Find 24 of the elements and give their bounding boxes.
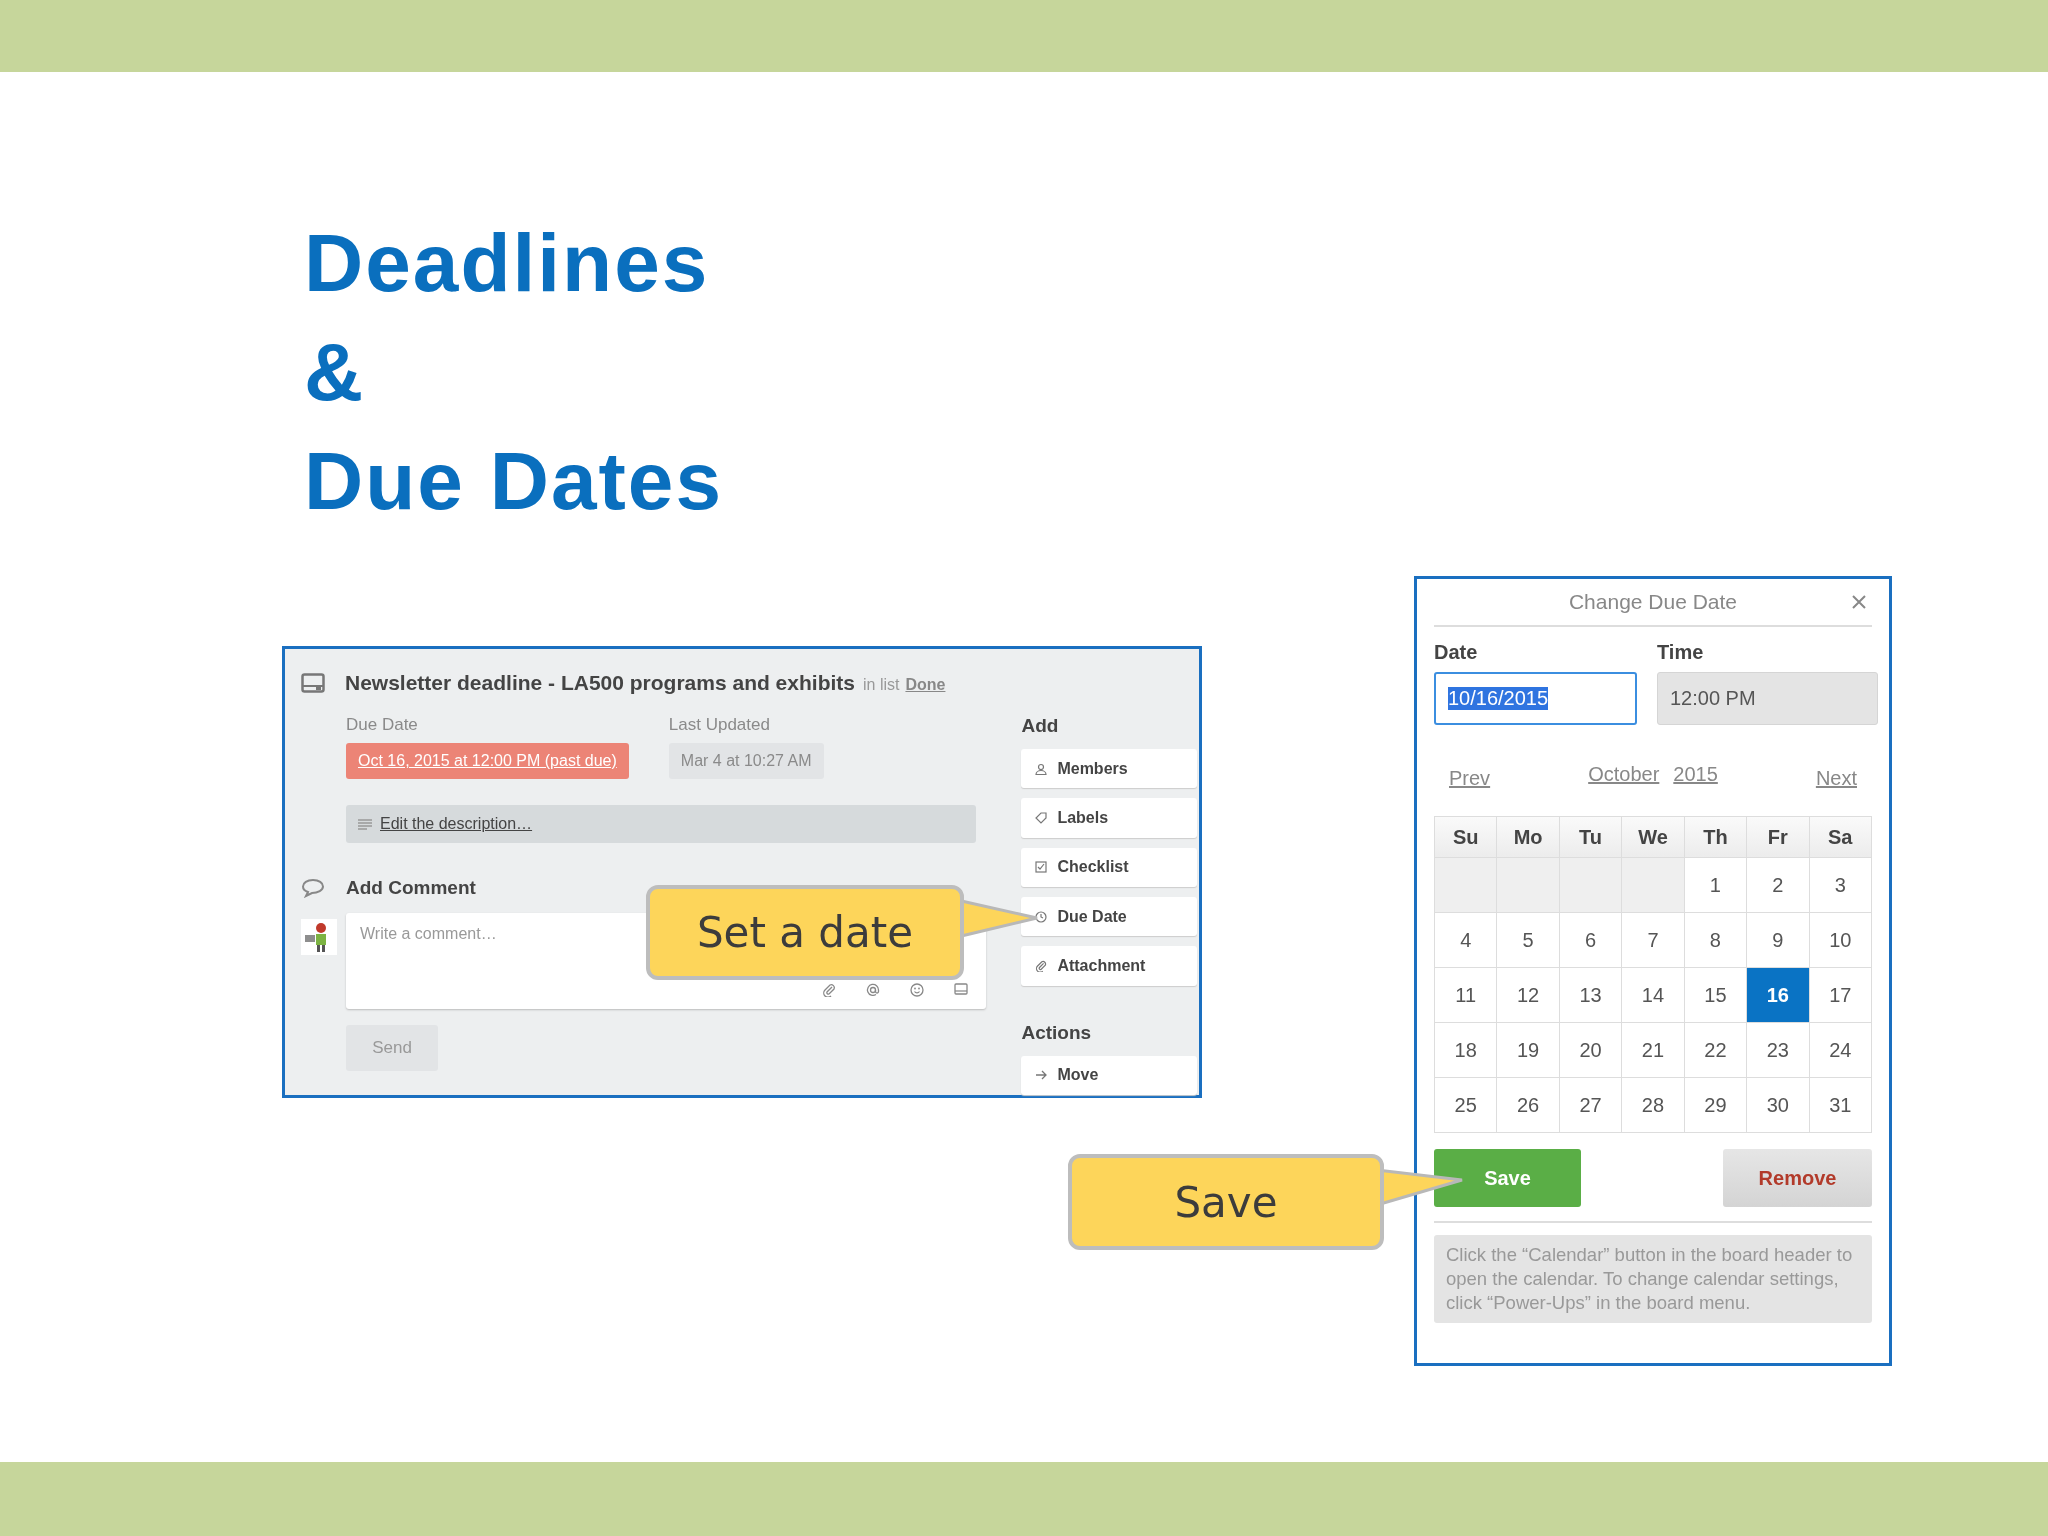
add-heading: Add <box>1021 715 1060 737</box>
slide-title: Deadlines <box>304 216 711 310</box>
weekday-header: Su <box>1435 817 1498 858</box>
list-prefix: in list <box>863 676 900 694</box>
add-comment-heading: Add Comment <box>346 877 476 899</box>
card-title: Newsletter deadline - LA500 programs and exhibits <box>345 671 855 695</box>
slide-title: & <box>304 325 367 419</box>
last-updated-label: Last Updated <box>668 715 771 735</box>
weekday-header: We <box>1622 817 1685 858</box>
slide-title: Due Dates <box>304 434 724 528</box>
last-updated-value: Mar 4 at 10:27 AM <box>668 743 824 779</box>
callout: Set a date <box>646 885 964 980</box>
calendar-note: Click the “Calendar” button in the board header to open the calendar. To change calendar settings, click “Power-Ups” in the board menu. <box>1434 1235 1872 1323</box>
weekday-header: Tu <box>1559 817 1623 858</box>
weekday-header: Sa <box>1809 817 1872 858</box>
weekday-header: Th <box>1684 817 1748 858</box>
weekday-header: Fr <box>1747 817 1810 858</box>
due-date-label: Due Date <box>346 715 419 735</box>
callout: Save <box>1068 1154 1384 1250</box>
dialog-title: Change Due Date <box>1568 590 1738 614</box>
date-label: Date <box>1434 641 1479 664</box>
time-label: Time <box>1657 641 1705 664</box>
weekday-header: Mo <box>1497 817 1560 858</box>
actions-heading: Actions <box>1021 1021 1093 1044</box>
